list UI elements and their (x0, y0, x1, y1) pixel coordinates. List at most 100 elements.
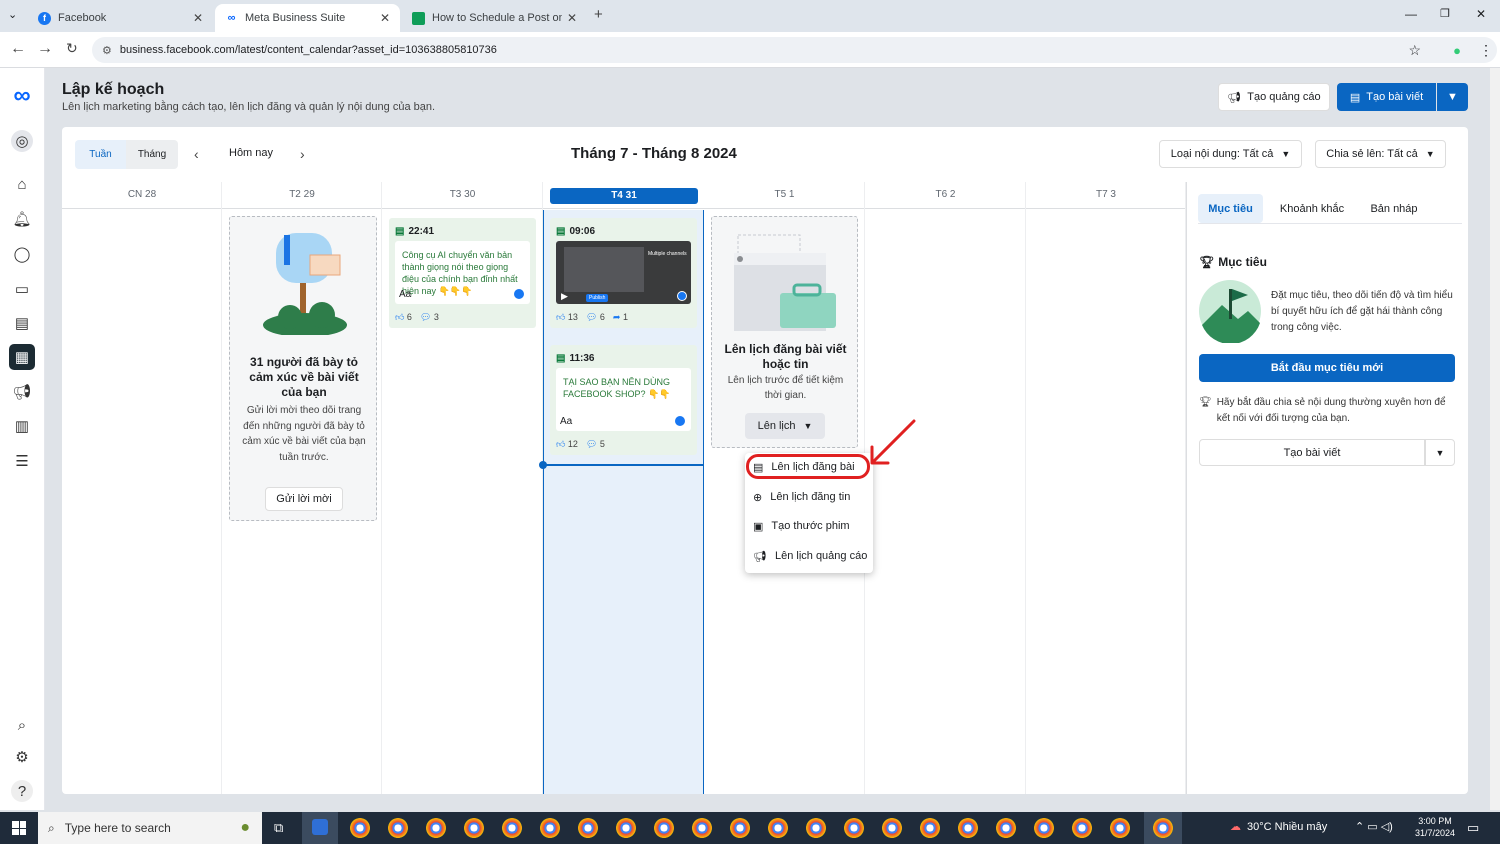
inbox-icon[interactable]: ◯ (11, 243, 33, 265)
menu-item-schedule-ad[interactable]: 📢︎ Lên lịch quảng cáo (753, 545, 867, 567)
windows-start-icon[interactable] (12, 821, 26, 835)
day-header-today[interactable]: T4 31 (550, 188, 698, 204)
all-tools-icon[interactable]: ☰ (11, 450, 33, 472)
page-avatar-icon[interactable]: ◎ (11, 130, 33, 152)
scheduled-post[interactable]: ▤ 09:06 Multiple channels Publish ▶ 👍︎ 13… (550, 218, 697, 328)
month-toggle[interactable]: Tháng (126, 140, 178, 169)
taskbar-search-box[interactable]: ⌕ Type here to search ● (38, 812, 262, 844)
notification-center-icon[interactable]: ▭ (1467, 820, 1479, 836)
back-icon[interactable]: ← (10, 40, 26, 58)
close-tab-icon[interactable]: ✕ (193, 11, 203, 25)
minimize-icon[interactable]: — (1405, 7, 1417, 21)
settings-gear-icon[interactable]: ⚙ (11, 746, 33, 768)
chrome-icon[interactable] (616, 818, 636, 838)
search-icon[interactable]: ⌕ (11, 714, 33, 736)
forward-icon[interactable]: → (37, 40, 53, 58)
url-field[interactable]: ⚙ business.facebook.com/latest/content_c… (92, 37, 1497, 63)
chrome-icon[interactable] (578, 818, 598, 838)
day-header[interactable]: T3 30 (382, 189, 543, 200)
bookmark-star-icon[interactable]: ☆ (1408, 42, 1421, 59)
facebook-icon (675, 416, 685, 426)
next-icon[interactable]: › (300, 146, 305, 162)
content-icon[interactable]: ▤ (11, 312, 33, 334)
planner-icon[interactable]: ▦ (9, 344, 35, 370)
clock[interactable]: 3:00 PM 31/7/2024 (1413, 815, 1457, 839)
day-header[interactable]: T7 3 (1026, 189, 1186, 200)
home-icon[interactable]: ⌂ (11, 173, 33, 195)
create-post-button[interactable]: ▤ Tạo bài viết (1337, 83, 1436, 111)
content-type-filter[interactable]: Loại nội dung: Tất cả ▼ (1159, 140, 1302, 168)
browser-menu-icon[interactable]: ⋮ (1479, 42, 1493, 59)
prev-icon[interactable]: ‹ (194, 146, 199, 162)
share-count: 1 (622, 312, 628, 322)
scheduled-post[interactable]: ▤ 22:41 Công cụ AI chuyển văn bản thành g… (389, 218, 536, 328)
menu-item-create-reel[interactable]: ▣ Tạo thước phim (753, 515, 850, 537)
close-window-icon[interactable]: ✕ (1476, 7, 1486, 21)
right-create-post-button[interactable]: Tạo bài viết (1199, 439, 1425, 466)
contacts-icon[interactable]: ▭ (11, 278, 33, 300)
weather-widget[interactable]: ☁ 30°C Nhiều mây (1230, 820, 1328, 834)
page-scrollbar[interactable] (1490, 68, 1500, 810)
share-to-filter[interactable]: Chia sẻ lên: Tất cả ▼ (1315, 140, 1446, 168)
browser-tab-howto[interactable]: How to Schedule a Post on Fac ✕ (402, 4, 587, 32)
close-tab-icon[interactable]: ✕ (380, 11, 390, 25)
chrome-icon[interactable] (958, 818, 978, 838)
insights-icon[interactable]: ▥ (11, 415, 33, 437)
browser-tab-facebook[interactable]: f Facebook ✕ (28, 4, 213, 32)
tab-list-icon[interactable]: ⌄ (8, 8, 17, 21)
tab-moments[interactable]: Khoảnh khắc (1272, 194, 1352, 223)
send-invite-button[interactable]: Gửi lời mời (265, 487, 343, 511)
chrome-icon[interactable] (882, 818, 902, 838)
new-tab-icon[interactable]: + (594, 6, 603, 23)
system-tray-icons[interactable]: ⌃ ▭ ◁) (1355, 820, 1393, 833)
chrome-icon[interactable] (426, 818, 446, 838)
taskbar-app-active[interactable] (302, 812, 338, 844)
weather-text: 30°C Nhiều mây (1247, 820, 1328, 833)
chrome-icon[interactable] (1072, 818, 1092, 838)
notifications-icon[interactable]: 🔔︎ (11, 208, 33, 230)
goal-tip-text: Hãy bắt đầu chia sẻ nội dung thường xuyê… (1216, 397, 1446, 424)
chrome-icon[interactable] (730, 818, 750, 838)
chrome-icon[interactable] (1034, 818, 1054, 838)
site-info-icon[interactable]: ⚙ (102, 44, 112, 57)
tab-goals[interactable]: Mục tiêu (1198, 194, 1263, 223)
chrome-icon[interactable] (768, 818, 788, 838)
schedule-button[interactable]: Lên lịch ▼ (745, 413, 825, 439)
tab-drafts[interactable]: Bản nháp (1358, 194, 1430, 223)
chrome-icon[interactable] (464, 818, 484, 838)
chrome-icon[interactable] (806, 818, 826, 838)
chrome-icon[interactable] (996, 818, 1016, 838)
close-tab-icon[interactable]: ✕ (567, 11, 577, 25)
menu-item-schedule-story[interactable]: ⊕ Lên lịch đăng tin (753, 486, 850, 508)
week-toggle[interactable]: Tuần (75, 140, 126, 169)
chrome-icon[interactable] (388, 818, 408, 838)
day-header[interactable]: T6 2 (865, 189, 1026, 200)
day-header[interactable]: T2 29 (222, 189, 382, 200)
day-header[interactable]: T5 1 (704, 189, 865, 200)
meta-logo-icon[interactable]: ∞ (8, 82, 36, 109)
reload-icon[interactable]: ↻ (66, 40, 78, 57)
create-ad-button[interactable]: 📢︎ Tạo quảng cáo (1218, 83, 1330, 111)
chrome-icon[interactable] (844, 818, 864, 838)
help-icon[interactable]: ? (11, 780, 33, 802)
start-goal-button[interactable]: Bắt đầu mục tiêu mới (1199, 354, 1455, 382)
chrome-icon[interactable] (540, 818, 560, 838)
right-create-post-dropdown[interactable]: ▼ (1425, 439, 1455, 466)
scheduled-post[interactable]: ▤ 11:36 TẠI SAO BẠN NÊN DÙNG FACEBOOK SHO… (550, 345, 697, 455)
chrome-icon[interactable] (920, 818, 940, 838)
chrome-icon[interactable] (1110, 818, 1130, 838)
today-button[interactable]: Hôm nay (229, 147, 273, 159)
goals-heading: 🏆︎ Mục tiêu (1199, 255, 1267, 269)
task-view-icon[interactable]: ⧉ (274, 820, 283, 836)
day-header[interactable]: CN 28 (62, 189, 222, 200)
create-post-dropdown[interactable]: ▼ (1437, 83, 1468, 111)
taskbar-app-active[interactable] (1144, 812, 1182, 844)
profile-icon[interactable]: ● (1453, 43, 1461, 58)
ads-icon[interactable]: 📢︎ (11, 381, 33, 403)
chrome-icon[interactable] (502, 818, 522, 838)
browser-tab-meta[interactable]: ∞ Meta Business Suite ✕ (215, 4, 400, 32)
chrome-icon[interactable] (654, 818, 674, 838)
chrome-icon[interactable] (350, 818, 370, 838)
chrome-icon[interactable] (692, 818, 712, 838)
maximize-icon[interactable]: ❐ (1440, 7, 1450, 20)
